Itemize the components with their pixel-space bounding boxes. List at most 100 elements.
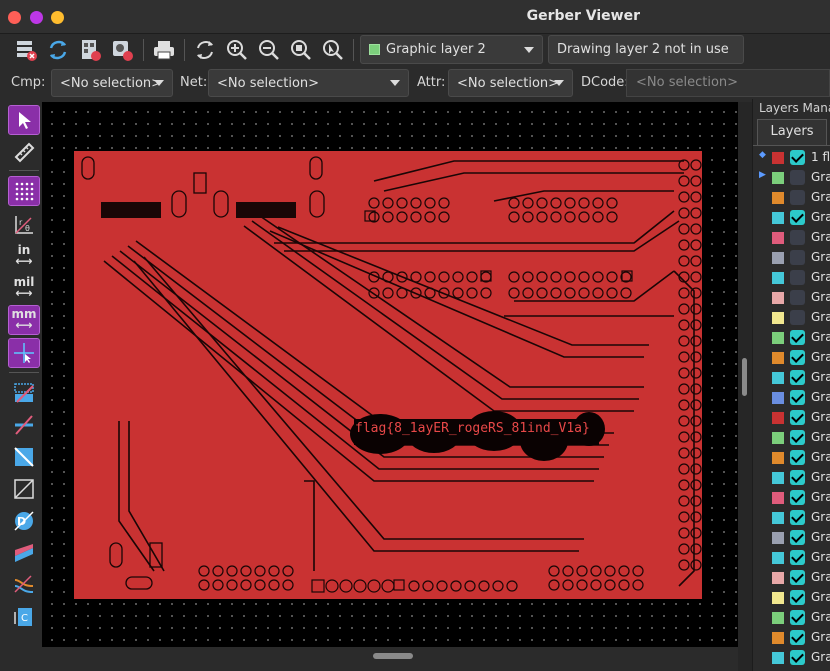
layer-row[interactable]: ▶ Gra bbox=[753, 168, 830, 188]
open-drill-button[interactable] bbox=[108, 36, 136, 64]
layer-row[interactable]: Gra bbox=[753, 608, 830, 628]
layer-visibility-checkbox[interactable] bbox=[790, 170, 805, 185]
layer-visibility-checkbox[interactable] bbox=[790, 570, 805, 585]
layer-color-swatch[interactable] bbox=[772, 192, 784, 204]
layer-color-swatch[interactable] bbox=[772, 392, 784, 404]
layer-color-swatch[interactable] bbox=[772, 252, 784, 264]
layer-row[interactable]: Gra bbox=[753, 628, 830, 648]
layer-visibility-checkbox[interactable] bbox=[790, 470, 805, 485]
layer-color-swatch[interactable] bbox=[772, 372, 784, 384]
layer-row[interactable]: Gra bbox=[753, 468, 830, 488]
layer-visibility-checkbox[interactable] bbox=[790, 390, 805, 405]
layer-row[interactable]: Gra bbox=[753, 388, 830, 408]
layer-row[interactable]: Gra bbox=[753, 488, 830, 508]
layer-color-swatch[interactable] bbox=[772, 472, 784, 484]
layer-color-swatch[interactable] bbox=[772, 152, 784, 164]
layer-color-swatch[interactable] bbox=[772, 612, 784, 624]
layer-row[interactable]: Gra bbox=[753, 508, 830, 528]
redraw-button[interactable] bbox=[191, 36, 219, 64]
layer-row[interactable]: Gra bbox=[753, 268, 830, 288]
layer-color-swatch[interactable] bbox=[772, 552, 784, 564]
layer-row[interactable]: Gra bbox=[753, 288, 830, 308]
units-mm-button[interactable]: mm ⟷ bbox=[8, 305, 40, 335]
print-button[interactable] bbox=[150, 36, 178, 64]
layer-row[interactable]: Gra bbox=[753, 568, 830, 588]
layer-visibility-checkbox[interactable] bbox=[790, 550, 805, 565]
high-contrast-button[interactable] bbox=[9, 571, 39, 599]
gerber-canvas[interactable]: flag{8_1ayER_rogeRS_81ind_V1a} bbox=[42, 102, 738, 647]
layer-color-swatch[interactable] bbox=[772, 172, 784, 184]
layer-visibility-checkbox[interactable] bbox=[790, 610, 805, 625]
vertical-scroll-thumb[interactable] bbox=[742, 358, 747, 396]
erase-layer-button[interactable] bbox=[76, 36, 104, 64]
layer-row[interactable]: Gra bbox=[753, 328, 830, 348]
layer-visibility-checkbox[interactable] bbox=[790, 190, 805, 205]
tab-layers[interactable]: Layers bbox=[757, 119, 827, 145]
layer-color-swatch[interactable] bbox=[772, 452, 784, 464]
layer-visibility-checkbox[interactable] bbox=[790, 450, 805, 465]
layer-color-swatch[interactable] bbox=[772, 292, 784, 304]
layer-color-swatch[interactable] bbox=[772, 352, 784, 364]
layer-visibility-checkbox[interactable] bbox=[790, 370, 805, 385]
layer-color-swatch[interactable] bbox=[772, 272, 784, 284]
attr-dropdown[interactable]: <No selection> bbox=[448, 69, 573, 97]
layer-select-dropdown[interactable]: Graphic layer 2 bbox=[360, 35, 543, 64]
flashed-items-sketch-button[interactable] bbox=[9, 379, 39, 407]
select-tool-button[interactable] bbox=[8, 105, 40, 135]
layer-visibility-checkbox[interactable] bbox=[790, 290, 805, 305]
layer-row[interactable]: Gra bbox=[753, 228, 830, 248]
full-crosshair-button[interactable] bbox=[8, 338, 40, 368]
layer-row[interactable]: Gra bbox=[753, 348, 830, 368]
layer-row[interactable]: ◆ 1 fla bbox=[753, 148, 830, 168]
layer-row[interactable]: Gra bbox=[753, 308, 830, 328]
layer-visibility-checkbox[interactable] bbox=[790, 250, 805, 265]
layer-row[interactable]: Gra bbox=[753, 208, 830, 228]
layer-visibility-checkbox[interactable] bbox=[790, 310, 805, 325]
layer-visibility-checkbox[interactable] bbox=[790, 330, 805, 345]
horizontal-scroll-thumb[interactable] bbox=[373, 653, 413, 659]
show-dcodes-button[interactable]: D bbox=[9, 507, 39, 535]
layer-color-swatch[interactable] bbox=[772, 232, 784, 244]
horizontal-scrollbar[interactable] bbox=[42, 647, 738, 671]
units-inch-button[interactable]: in ⟷ bbox=[9, 242, 39, 270]
layer-row[interactable]: Gra bbox=[753, 408, 830, 428]
layer-visibility-checkbox[interactable] bbox=[790, 530, 805, 545]
layer-row[interactable]: Gra bbox=[753, 548, 830, 568]
layer-visibility-checkbox[interactable] bbox=[790, 150, 805, 165]
layer-visibility-checkbox[interactable] bbox=[790, 270, 805, 285]
layer-row[interactable]: Gra bbox=[753, 648, 830, 668]
layer-color-swatch[interactable] bbox=[772, 592, 784, 604]
show-negative-button[interactable] bbox=[9, 475, 39, 503]
layer-color-swatch[interactable] bbox=[772, 212, 784, 224]
dcode-field[interactable]: <No selection> bbox=[626, 69, 830, 97]
grid-toggle-button[interactable] bbox=[8, 176, 40, 206]
layer-color-swatch[interactable] bbox=[772, 652, 784, 664]
polar-coords-button[interactable]: rθ bbox=[9, 210, 39, 238]
layer-row[interactable]: Gra bbox=[753, 448, 830, 468]
net-dropdown[interactable]: <No selection> bbox=[208, 69, 409, 97]
layer-visibility-checkbox[interactable] bbox=[790, 230, 805, 245]
layer-row[interactable]: Gra bbox=[753, 528, 830, 548]
layer-color-swatch[interactable] bbox=[772, 412, 784, 424]
layer-visibility-checkbox[interactable] bbox=[790, 490, 805, 505]
layer-color-swatch[interactable] bbox=[772, 432, 784, 444]
layer-row[interactable]: Gra bbox=[753, 248, 830, 268]
layer-color-swatch[interactable] bbox=[772, 632, 784, 644]
layer-row[interactable]: Gra bbox=[753, 188, 830, 208]
layers-diff-button[interactable] bbox=[9, 539, 39, 567]
layer-visibility-checkbox[interactable] bbox=[790, 350, 805, 365]
layer-visibility-checkbox[interactable] bbox=[790, 510, 805, 525]
layer-color-swatch[interactable] bbox=[772, 492, 784, 504]
reload-button[interactable] bbox=[44, 36, 72, 64]
layer-visibility-checkbox[interactable] bbox=[790, 590, 805, 605]
layer-color-swatch[interactable] bbox=[772, 532, 784, 544]
layer-color-swatch[interactable] bbox=[772, 512, 784, 524]
lines-sketch-button[interactable] bbox=[9, 411, 39, 439]
units-mil-button[interactable]: mil ⟷ bbox=[9, 274, 39, 302]
flip-view-button[interactable]: C bbox=[9, 603, 39, 631]
cmp-dropdown[interactable]: <No selection> bbox=[51, 69, 173, 97]
layer-row[interactable]: Gra bbox=[753, 428, 830, 448]
layer-visibility-checkbox[interactable] bbox=[790, 210, 805, 225]
clear-layers-button[interactable] bbox=[12, 36, 40, 64]
measure-tool-button[interactable] bbox=[9, 138, 39, 166]
